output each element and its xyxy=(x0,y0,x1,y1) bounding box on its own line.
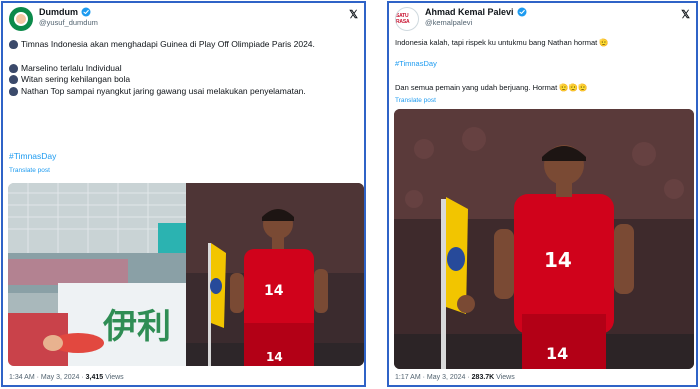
shorts-number: 14 xyxy=(546,344,568,363)
views-count: 3,415 xyxy=(85,374,104,381)
tweet-meta: 1:17 AM · May 3, 2024 · 283.7K Views xyxy=(395,374,515,381)
verified-badge-icon xyxy=(81,7,91,17)
avatar[interactable]: SATU RASA xyxy=(395,7,419,31)
tweet-card-left[interactable]: Dumdum @yusuf_dumdum 𝕏 Timnas Indonesia … xyxy=(1,1,366,387)
speaking-head-icon xyxy=(9,40,18,49)
x-logo-icon: 𝕏 xyxy=(681,9,690,21)
tweet-header: Dumdum @yusuf_dumdum 𝕏 xyxy=(9,7,358,33)
hashtag-link[interactable]: #TimnasDay xyxy=(9,151,56,161)
media-photos: 伊利 14 14 xyxy=(8,183,364,366)
hashtag-link[interactable]: #TimnasDay xyxy=(395,59,437,68)
timestamp[interactable]: 1:17 AM · May 3, 2024 · xyxy=(395,374,472,381)
timestamp[interactable]: 1:34 AM · May 3, 2024 · xyxy=(9,374,86,381)
display-name[interactable]: Dumdum xyxy=(39,7,78,17)
verified-badge-icon xyxy=(517,7,527,17)
media-photo: 14 14 xyxy=(394,109,694,369)
jersey-number: 14 xyxy=(264,283,284,299)
translate-post-link[interactable]: Translate post xyxy=(395,97,436,104)
tweet-text: Timnas Indonesia akan menghadapi Guinea … xyxy=(9,39,359,97)
speaking-head-icon xyxy=(9,63,18,73)
tweet-text-line-2: Dan semua pemain yang udah berjuang. Hor… xyxy=(395,83,588,92)
tweet-text-line-1: Indonesia kalah, tapi rispek ku untukmu … xyxy=(395,38,609,47)
jersey-number: 14 xyxy=(544,248,572,272)
user-handle[interactable]: @yusuf_dumdum xyxy=(39,18,98,27)
user-handle[interactable]: @kemalpalevi xyxy=(425,18,527,27)
display-name[interactable]: Ahmad Kemal Palevi xyxy=(425,7,514,17)
speaking-head-icon xyxy=(9,86,18,96)
translate-post-link[interactable]: Translate post xyxy=(9,167,50,174)
views-label: Views xyxy=(103,374,124,381)
x-logo-icon: 𝕏 xyxy=(349,9,358,21)
tweet-media[interactable]: 14 14 xyxy=(394,109,694,369)
views-label: Views xyxy=(494,374,515,381)
tweet-media[interactable]: 伊利 14 14 xyxy=(8,183,364,366)
avatar[interactable] xyxy=(9,7,33,31)
shorts-number: 14 xyxy=(266,350,283,364)
speaking-head-icon xyxy=(9,75,18,84)
tweet-meta: 1:34 AM · May 3, 2024 · 3,415 Views xyxy=(9,374,124,381)
ad-board-text: 伊利 xyxy=(102,307,171,347)
views-count: 283.7K xyxy=(471,374,495,381)
tweet-card-right[interactable]: SATU RASA Ahmad Kemal Palevi @kemalpalev… xyxy=(387,1,698,387)
tweet-header: SATU RASA Ahmad Kemal Palevi @kemalpalev… xyxy=(395,7,690,33)
